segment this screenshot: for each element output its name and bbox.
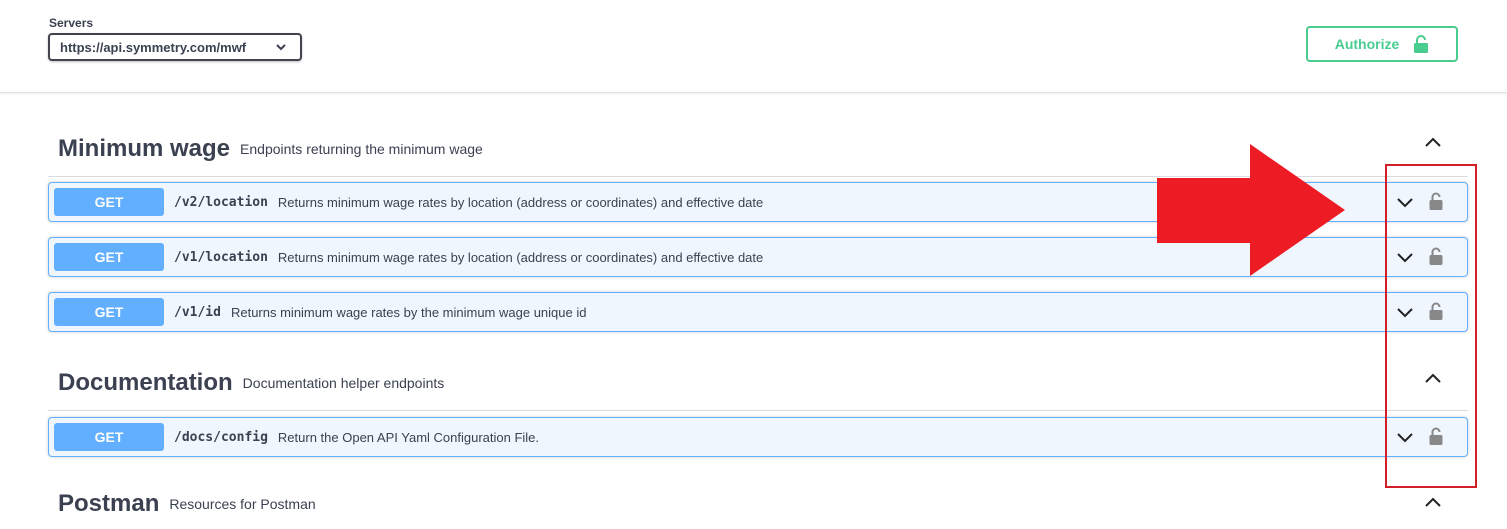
tag-postman[interactable]: Postman Resources for Postman	[48, 484, 1468, 524]
operation-path: /v1/location	[174, 249, 268, 265]
tag-title: Documentation	[58, 369, 233, 396]
server-select-value: https://api.symmetry.com/mwf	[60, 39, 247, 55]
tag-title: Minimum wage	[58, 135, 231, 162]
chevron-up-icon[interactable]	[1424, 136, 1442, 148]
method-badge: GET	[54, 243, 164, 271]
tag-description: Documentation helper endpoints	[242, 375, 445, 391]
operation-summary: Return the Open API Yaml Configuration F…	[277, 429, 540, 445]
unlocked-lock-icon[interactable]	[1429, 247, 1443, 265]
unlocked-lock-icon[interactable]	[1429, 192, 1443, 210]
operation-summary: Returns minimum wage rates by the minimu…	[230, 304, 587, 320]
tag-description: Endpoints returning the minimum wage	[240, 141, 483, 157]
chevron-up-icon[interactable]	[1424, 372, 1442, 384]
method-badge: GET	[54, 188, 164, 216]
operation-path: /v1/id	[174, 304, 221, 320]
operation-summary: Returns minimum wage rates by location (…	[277, 194, 764, 210]
chevron-down-icon[interactable]	[1396, 252, 1414, 264]
chevron-down-icon[interactable]	[1396, 432, 1414, 444]
authorize-button[interactable]: Authorize	[1306, 26, 1458, 62]
operation-get-docs-config[interactable]: GET /docs/config Return the Open API Yam…	[48, 417, 1468, 457]
tag-description: Resources for Postman	[169, 496, 316, 512]
unlocked-lock-icon	[1414, 35, 1429, 53]
servers-label: Servers	[49, 16, 94, 30]
tag-documentation[interactable]: Documentation Documentation helper endpo…	[48, 356, 1468, 411]
operation-get-v1-id[interactable]: GET /v1/id Returns minimum wage rates by…	[48, 292, 1468, 332]
server-select[interactable]: https://api.symmetry.com/mwf	[48, 33, 302, 61]
authorize-label: Authorize	[1334, 36, 1400, 52]
operation-summary: Returns minimum wage rates by location (…	[277, 249, 764, 265]
unlocked-lock-icon[interactable]	[1429, 427, 1443, 445]
chevron-down-icon[interactable]	[1396, 307, 1414, 319]
chevron-down-icon	[276, 44, 286, 51]
scheme-container: Servers https://api.symmetry.com/mwf Aut…	[0, 0, 1507, 93]
tag-title: Postman	[58, 490, 160, 517]
annotation-arrow-icon	[1157, 144, 1345, 276]
chevron-up-icon[interactable]	[1424, 496, 1442, 508]
unlocked-lock-icon[interactable]	[1429, 302, 1443, 320]
method-badge: GET	[54, 423, 164, 451]
chevron-down-icon[interactable]	[1396, 197, 1414, 209]
method-badge: GET	[54, 298, 164, 326]
operation-path: /docs/config	[174, 429, 268, 445]
operation-path: /v2/location	[174, 194, 268, 210]
